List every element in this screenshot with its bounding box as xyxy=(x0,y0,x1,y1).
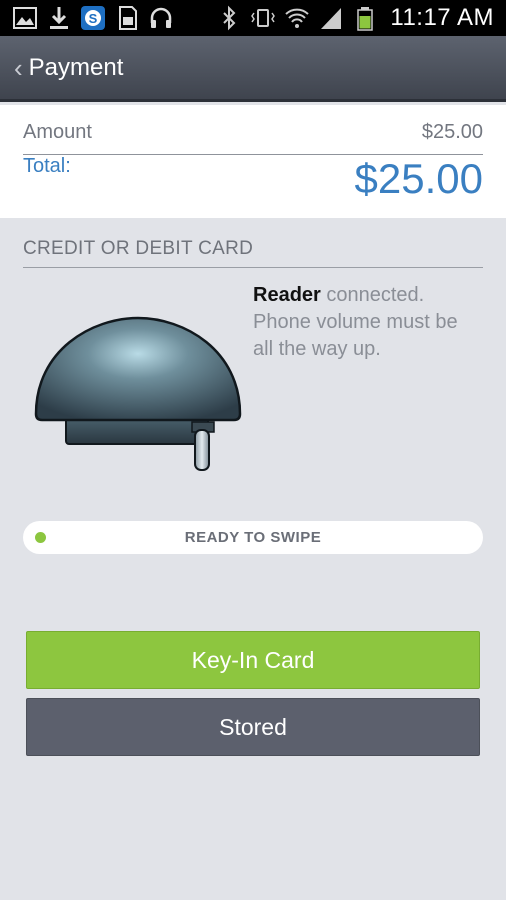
reader-word: Reader xyxy=(253,284,321,306)
amount-row: Amount $25.00 xyxy=(23,119,483,155)
total-label: Total: xyxy=(23,155,71,177)
page-title: Payment xyxy=(28,54,124,81)
sd-card-icon xyxy=(114,5,140,31)
reader-status-text: Reader connected. Phone volume must be a… xyxy=(253,282,483,363)
action-bar: ‹ Payment xyxy=(0,36,506,102)
wifi-icon xyxy=(284,5,310,31)
back-button[interactable]: ‹ Payment xyxy=(14,54,123,82)
swipe-status-pill: READY TO SWIPE xyxy=(23,521,483,554)
card-section-title: CREDIT OR DEBIT CARD xyxy=(23,238,254,259)
stored-button[interactable]: Stored xyxy=(26,698,480,756)
amount-label: Amount xyxy=(23,121,92,143)
amount-value: $25.00 xyxy=(421,121,483,143)
battery-icon xyxy=(352,5,378,31)
svg-text:S: S xyxy=(89,11,98,26)
chevron-left-icon: ‹ xyxy=(14,53,23,83)
key-in-card-button[interactable]: Key-In Card xyxy=(26,631,480,689)
vibrate-icon xyxy=(250,5,276,31)
image-icon xyxy=(12,5,38,31)
swipe-status-text: READY TO SWIPE xyxy=(184,529,322,546)
headphones-icon xyxy=(148,5,174,31)
skype-icon: S xyxy=(80,5,106,31)
card-reader-illustration xyxy=(32,310,244,480)
total-value: $25.00 xyxy=(354,155,483,202)
signal-icon xyxy=(318,5,344,31)
card-section-header: CREDIT OR DEBIT CARD xyxy=(23,238,483,268)
download-icon xyxy=(46,5,72,31)
amount-panel: Amount $25.00 Total: $25.00 xyxy=(0,105,506,218)
status-bar: S 11:17 AM xyxy=(0,0,506,36)
clock: 11:17 AM xyxy=(390,4,494,31)
bluetooth-icon xyxy=(216,5,242,31)
